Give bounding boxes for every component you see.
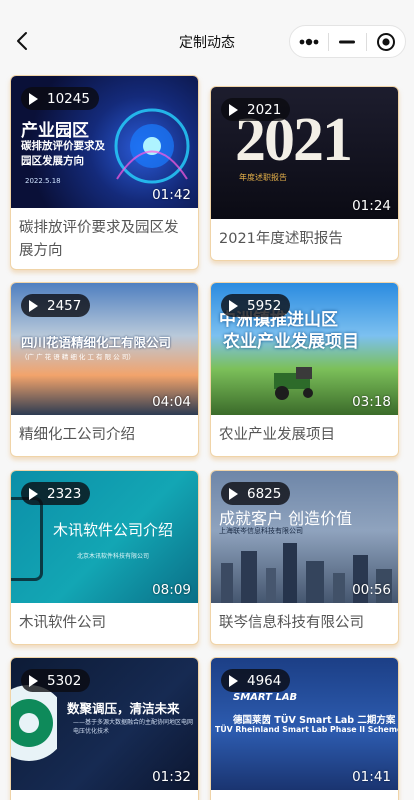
thumb-subtitle: 碳排放评价要求及园区发展方向 [21,140,105,167]
video-thumbnail[interactable]: 2021 年度述职报告 2021 01:24 [211,87,398,219]
video-card[interactable]: 中洲镇推进山区 农业产业发展项目 5952 03:18 农业产业发展项目 [210,282,399,457]
video-grid: 产业园区 碳排放评价要求及园区发展方向 2022.5.18 10245 01:4… [0,0,414,800]
video-title [211,790,398,799]
video-duration: 01:32 [152,769,191,785]
video-card[interactable]: 2021 年度述职报告 2021 01:24 2021年度述职报告 [210,86,399,261]
video-thumbnail[interactable]: 产业园区 碳排放评价要求及园区发展方向 2022.5.18 10245 01:4… [11,76,198,208]
phone-frame [11,497,43,581]
thumb-subtitle: 上海联岑信息科技有限公司 [219,527,303,535]
video-duration: 08:09 [152,582,191,598]
view-count-badge: 2457 [21,294,91,317]
view-count: 2323 [47,485,82,502]
video-duration: 01:24 [352,198,391,214]
view-count: 5952 [247,297,282,314]
view-count-badge: 10245 [21,87,99,110]
thumb-heading: 四川花语精细化工有限公司 [21,335,172,350]
thumb-heading: 木讯软件公司介绍 [53,521,174,539]
view-count-badge: 6825 [221,482,291,505]
video-card[interactable]: 木讯软件公司介绍 北京木讯软件科技有限公司 2323 08:09 木讯软件公司 [10,470,199,645]
play-icon [229,103,238,116]
video-thumbnail[interactable]: 数聚调压，清洁未来 ——基于多源大数据融合的主配协同地区电网电压优化技术 530… [11,658,198,790]
view-count: 4964 [247,672,282,689]
video-card[interactable]: 成就客户 创造价值 上海联岑信息科技有限公司 6825 00:56 联岑信息科技… [210,470,399,645]
view-count-badge: 5952 [221,294,291,317]
thumb-subtitle: （广 广 花 语 精 细 化 工 有 限 公 司） [21,353,135,361]
view-count-badge: 2323 [21,482,91,505]
view-count: 2021 [247,101,282,118]
video-title: 木讯软件公司 [19,615,106,631]
thumb-date: 2022.5.18 [25,177,61,185]
video-duration: 01:41 [352,769,391,785]
video-card[interactable]: 四川花语精细化工有限公司 （广 广 花 语 精 细 化 工 有 限 公 司） 2… [10,282,199,457]
view-count-badge: 5302 [21,669,91,692]
thumb-heading: 产业园区 [21,121,89,141]
view-count: 2457 [47,297,82,314]
thumb-heading: 德国莱茵 TÜV Smart Lab 二期方案 [233,715,396,726]
view-count-badge: 4964 [221,669,291,692]
play-icon [229,487,238,500]
thumb-subtitle: 年度述职报告 [239,173,287,182]
video-title: 联岑信息科技有限公司 [219,615,364,631]
play-icon [229,674,238,687]
play-icon [29,299,38,312]
video-card[interactable]: SMART LAB 德国莱茵 TÜV Smart Lab 二期方案 TÜV Rh… [210,657,399,800]
video-title: 农业产业发展项目 [219,427,335,443]
video-duration: 03:18 [352,394,391,410]
thumb-subtitle: 农业产业发展项目 [223,332,359,352]
video-duration: 00:56 [352,582,391,598]
video-card[interactable]: 数聚调压，清洁未来 ——基于多源大数据融合的主配协同地区电网电压优化技术 530… [10,657,199,800]
video-thumbnail[interactable]: 成就客户 创造价值 上海联岑信息科技有限公司 6825 00:56 [211,471,398,603]
video-title: 2021年度述职报告 [219,231,343,247]
view-count: 6825 [247,485,282,502]
video-thumbnail[interactable]: 四川花语精细化工有限公司 （广 广 花 语 精 细 化 工 有 限 公 司） 2… [11,283,198,415]
video-thumbnail[interactable]: 木讯软件公司介绍 北京木讯软件科技有限公司 2323 08:09 [11,471,198,603]
play-icon [29,487,38,500]
thumb-heading: 数聚调压，清洁未来 [67,701,180,716]
play-icon [29,92,38,105]
video-title: 碳排放评价要求及园区发展方向 [19,220,179,259]
thumb-subtitle: ——基于多源大数据融合的主配协同地区电网电压优化技术 [73,719,194,735]
view-count: 10245 [47,90,90,107]
thumb-subtitle: TÜV Rheinland Smart Lab Phase II Scheme [215,725,398,734]
video-title [11,790,198,799]
video-duration: 01:42 [152,187,191,203]
view-count-badge: 2021 [221,98,291,121]
view-count: 5302 [47,672,82,689]
video-duration: 04:04 [152,394,191,410]
thumb-logo: SMART LAB [233,692,298,703]
thumb-subtitle: 北京木讯软件科技有限公司 [77,553,150,560]
video-card[interactable]: 产业园区 碳排放评价要求及园区发展方向 2022.5.18 10245 01:4… [10,75,199,270]
video-thumbnail[interactable]: 中洲镇推进山区 农业产业发展项目 5952 03:18 [211,283,398,415]
video-title: 精细化工公司介绍 [19,427,135,443]
play-icon [229,299,238,312]
play-icon [29,674,38,687]
video-thumbnail[interactable]: SMART LAB 德国莱茵 TÜV Smart Lab 二期方案 TÜV Rh… [211,658,398,790]
